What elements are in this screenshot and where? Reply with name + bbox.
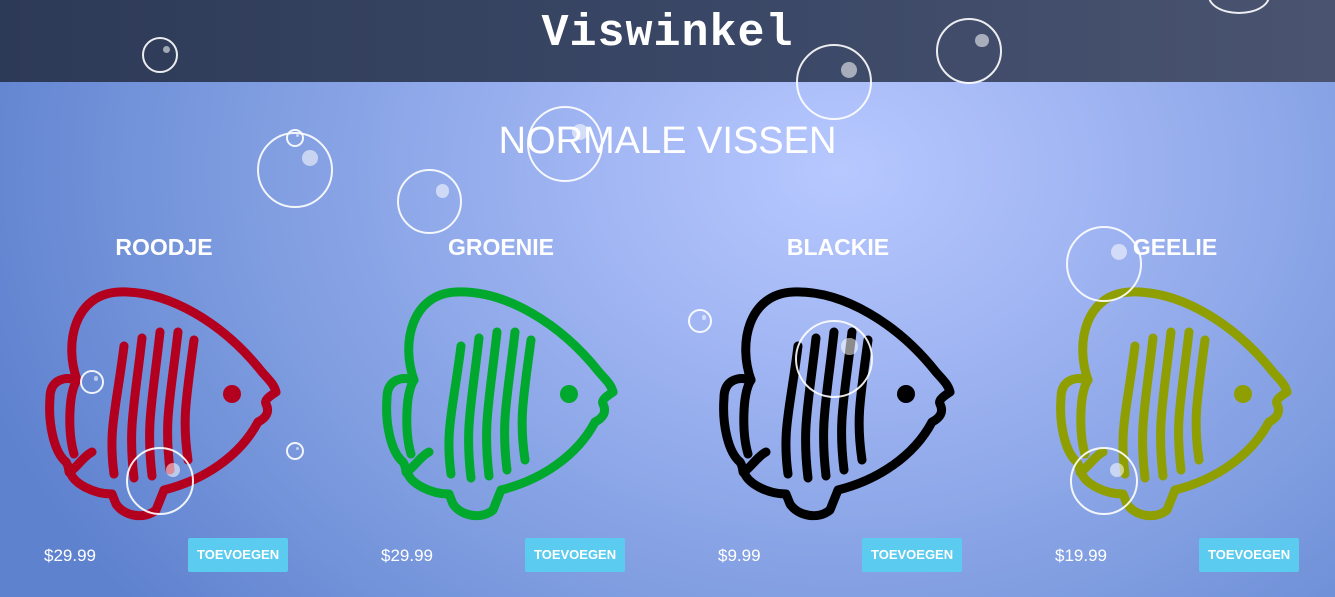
product-price: $9.99 xyxy=(718,546,761,565)
product-card: BLACKIE $9.99 TOEVOEGEN xyxy=(718,232,1018,577)
bubble-icon xyxy=(286,129,304,147)
product-price: $29.99 xyxy=(381,546,433,565)
site-title: Viswinkel xyxy=(541,8,794,59)
add-to-cart-button[interactable]: TOEVOEGEN xyxy=(525,538,626,572)
bubble-icon xyxy=(795,320,873,398)
product-name: GROENIE xyxy=(447,234,555,260)
bubble-icon xyxy=(80,370,104,394)
product-name: BLACKIE xyxy=(786,234,890,260)
bubble-icon xyxy=(126,447,194,515)
bubble-icon xyxy=(796,44,872,120)
bubble-icon xyxy=(527,106,603,182)
add-to-cart-button[interactable]: TOEVOEGEN xyxy=(1199,538,1300,572)
product-price: $29.99 xyxy=(44,546,96,565)
product-card: GROENIE $29.99 TOEVOEGEN xyxy=(381,232,681,577)
bubble-icon xyxy=(1066,226,1142,302)
product-price: $19.99 xyxy=(1055,546,1107,565)
bubble-icon xyxy=(936,18,1002,84)
section-title: NORMALE VISSEN xyxy=(498,120,837,162)
site-header: Viswinkel xyxy=(0,0,1335,82)
bubble-icon xyxy=(397,169,462,234)
product-card: ROODJE $29.99 TOEVOEGEN xyxy=(44,232,344,577)
fish-icon xyxy=(382,287,618,521)
add-to-cart-button[interactable]: TOEVOEGEN xyxy=(862,538,963,572)
bubble-icon xyxy=(688,309,712,333)
bubble-icon xyxy=(1070,447,1138,515)
bubble-icon xyxy=(142,37,178,73)
product-name: ROODJE xyxy=(115,234,213,260)
add-to-cart-button[interactable]: TOEVOEGEN xyxy=(188,538,289,572)
bubble-icon xyxy=(286,442,304,460)
